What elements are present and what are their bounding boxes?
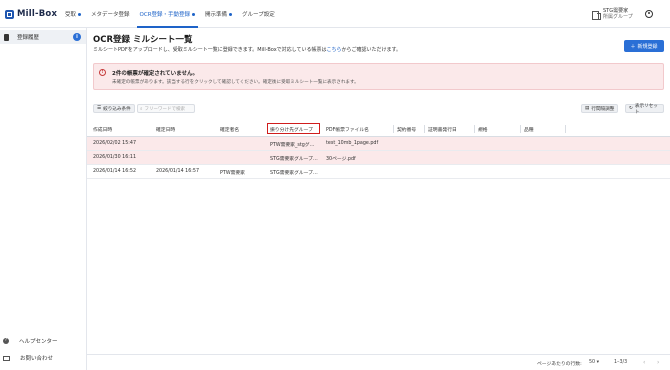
main-content: OCR登録 ミルシート一覧 ミルシートPDFをアップロードし、受取ミルシート一覧… (87, 28, 670, 370)
sidebar-item-label: 登録履歴 (17, 35, 40, 41)
table-row[interactable]: 2026/01/14 16:52 2026/01/14 16:57 PTW需要家… (87, 165, 670, 179)
column-header-file[interactable]: PDF帳票ファイル名 (326, 126, 369, 133)
column-header-confirmer[interactable]: 確定者名 (220, 126, 239, 133)
ocr-table: 作成日時 確定日時 確定者名 振り分け先グループ PDF帳票ファイル名 契約番号… (87, 121, 670, 179)
search-icon: ⌕ (140, 106, 143, 112)
sidebar: 登録履歴 i ? ヘルプセンター お問い合わせ (0, 28, 87, 370)
rows-per-page-label: ページあたりの行数: (537, 362, 582, 367)
filter-icon: ☰ (97, 106, 102, 111)
next-page-icon[interactable]: › (657, 359, 659, 366)
alert-message: 未確定の帳票があります。該当する行をクリックして確認してください。確定後に受取ミ… (112, 80, 359, 85)
prev-page-icon[interactable]: ‹ (643, 359, 645, 366)
column-header-contract[interactable]: 契約番号 (397, 126, 416, 133)
page-description: ミルシートPDFをアップロードし、受取ミルシート一覧に登録できます。Mill-B… (93, 47, 402, 53)
unconfirmed-alert: ! 2件の帳票が確定されていません。 未確定の帳票があります。該当する行をクリッ… (93, 63, 664, 90)
column-header-created[interactable]: 作成日時 (93, 126, 112, 133)
table-header: 作成日時 確定日時 確定者名 振り分け先グループ PDF帳票ファイル名 契約番号… (87, 121, 670, 137)
table-row[interactable]: 2026/01/30 16:11 STG需要家グループ… 30ページ.pdf (87, 151, 670, 165)
org-switcher[interactable]: STG需要家 所属グループ (592, 8, 633, 20)
column-header-issue-date[interactable]: 証明書発行日 (428, 126, 457, 133)
notification-dot (78, 12, 82, 16)
page-range: 1–3/3 (614, 360, 628, 365)
building-icon (592, 10, 601, 20)
document-icon (4, 33, 9, 41)
reset-view-button[interactable]: ↻ 表示リセット (625, 104, 664, 115)
pagination-bar: ページあたりの行数: 50 ▾ 1–3/3 ‹ › (87, 354, 670, 370)
plus-icon: ＋ (630, 43, 636, 50)
filter-button[interactable]: ☰ 絞り込み条件 (93, 104, 135, 113)
column-header-confirmed[interactable]: 確定日時 (156, 126, 175, 133)
user-account-icon[interactable] (645, 10, 653, 18)
column-header-group[interactable]: 振り分け先グループ (270, 126, 313, 133)
app-name: Mill-Box (17, 9, 58, 19)
row-spacing-button[interactable]: ▤ 行間隔調整 (581, 104, 619, 113)
nav-item-group-settings[interactable]: グループ設定 (237, 0, 280, 28)
column-header-kind[interactable]: 品種 (524, 126, 534, 133)
app-logo[interactable]: Mill-Box (5, 9, 57, 19)
sidebar-item-history[interactable]: 登録履歴 i (0, 30, 86, 44)
nav-item-ocr[interactable]: OCR登録・手動登録 (135, 0, 201, 28)
nav-item-metadata[interactable]: メタデータ登録 (86, 0, 135, 28)
mail-icon (3, 355, 10, 361)
supported-forms-link[interactable]: こちら (327, 47, 342, 53)
alert-icon: ! (99, 69, 106, 76)
reset-icon: ↻ (629, 106, 633, 111)
alert-title: 2件の帳票が確定されていません。 (112, 71, 198, 77)
rows-per-page-select[interactable]: 50 ▾ (589, 360, 599, 365)
notification-dot (192, 12, 196, 16)
org-group: 所属グループ (603, 14, 633, 20)
sidebar-item-help[interactable]: ? ヘルプセンター (3, 337, 58, 345)
density-icon: ▤ (585, 106, 590, 111)
notification-dot (229, 12, 233, 16)
page-title: OCR登録 ミルシート一覧 (93, 35, 193, 45)
info-badge-icon: i (73, 33, 81, 41)
search-input[interactable]: ⌕ フリーワードで検索 (137, 104, 195, 113)
nav-item-disclosure[interactable]: 開示準備 (200, 0, 237, 28)
column-header-standard[interactable]: 規格 (478, 126, 488, 133)
logo-icon (5, 9, 14, 19)
top-header: Mill-Box 受取 メタデータ登録 OCR登録・手動登録 開示準備 グループ… (0, 0, 670, 28)
nav-item-receive[interactable]: 受取 (60, 0, 86, 28)
help-icon: ? (3, 338, 9, 344)
table-toolbar: ☰ 絞り込み条件 ⌕ フリーワードで検索 ▤ 行間隔調整 ↻ 表示リセット (93, 104, 664, 115)
sidebar-item-contact[interactable]: お問い合わせ (3, 354, 53, 362)
main-nav: 受取 メタデータ登録 OCR登録・手動登録 開示準備 グループ設定 (60, 0, 280, 28)
table-row[interactable]: 2026/02/02 15:47 PTW需要家_stgグ… test_10mb_… (87, 137, 670, 151)
new-registration-button[interactable]: ＋ 新規登録 (624, 40, 664, 52)
